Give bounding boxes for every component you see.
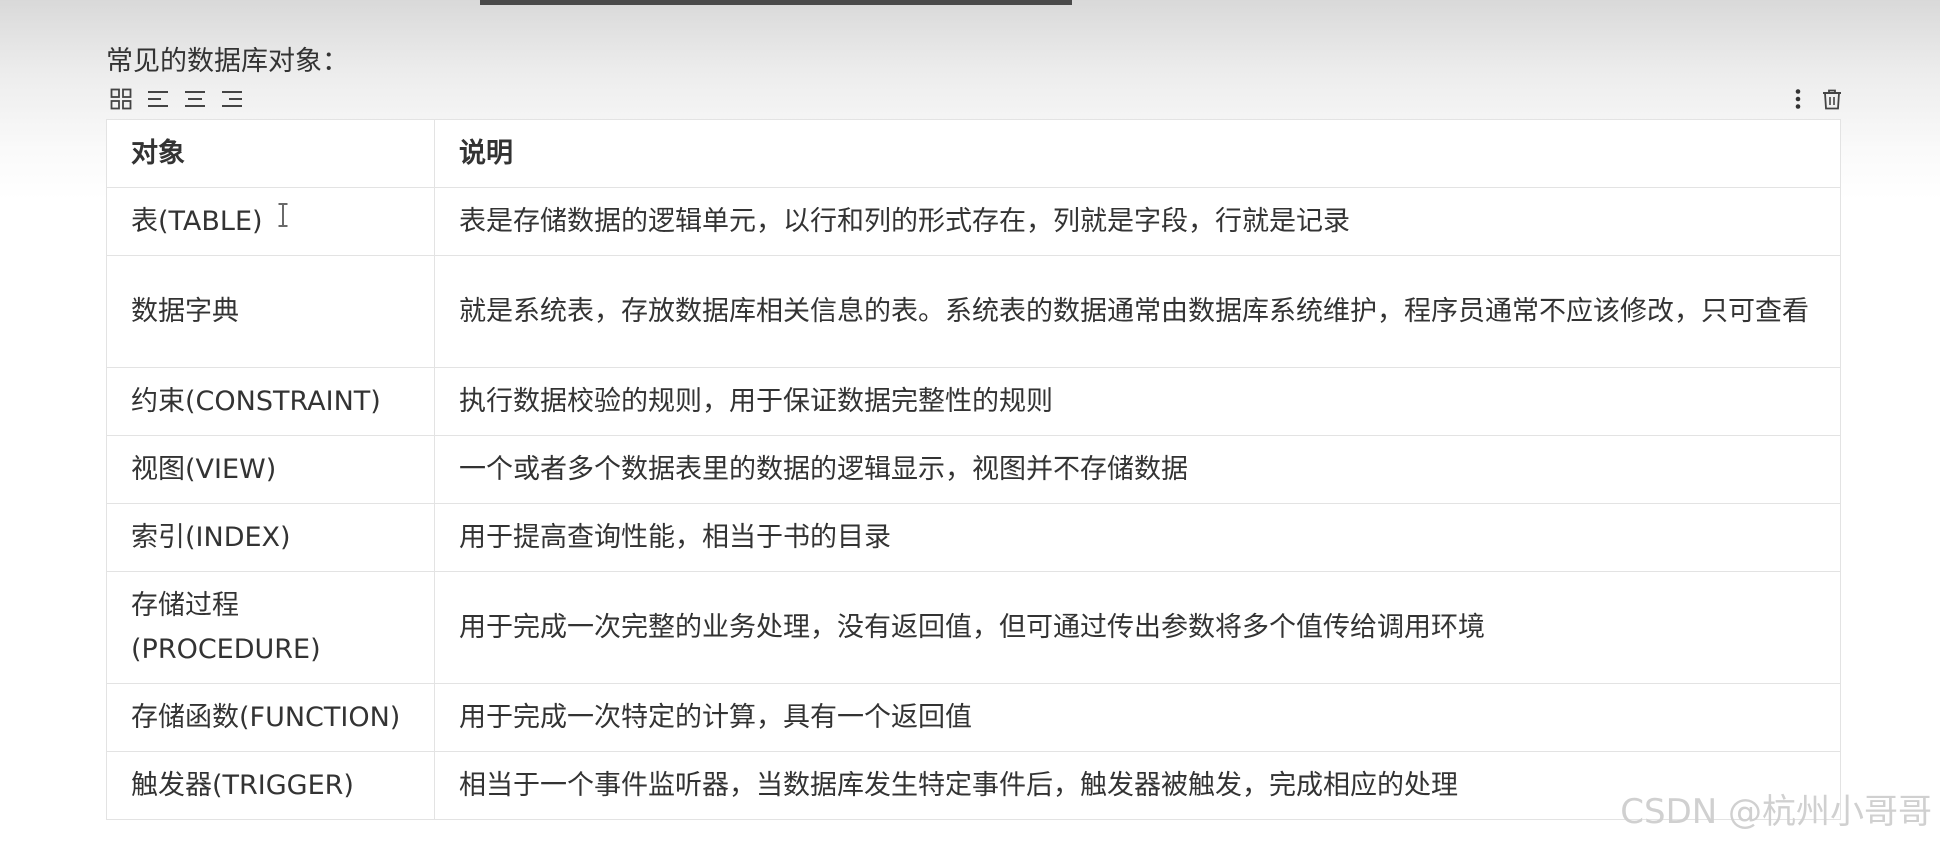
database-objects-table: 对象 说明 表(TABLE) 表是存储数据的逻辑单元，以行和列的形式存在，列就是… bbox=[106, 119, 1841, 820]
table-row: 数据字典 就是系统表，存放数据库相关信息的表。系统表的数据通常由数据库系统维护，… bbox=[106, 255, 1841, 368]
description-cell[interactable]: 用于完成一次特定的计算，具有一个返回值 bbox=[434, 683, 1841, 752]
trash-icon[interactable] bbox=[1819, 86, 1845, 112]
object-text: 表(TABLE) bbox=[131, 205, 263, 237]
description-cell[interactable]: 用于提高查询性能，相当于书的目录 bbox=[434, 503, 1841, 572]
object-cell[interactable]: 存储函数(FUNCTION) bbox=[106, 683, 435, 752]
watermark: CSDN @杭州小哥哥 bbox=[1620, 792, 1932, 832]
description-cell[interactable]: 一个或者多个数据表里的数据的逻辑显示，视图并不存储数据 bbox=[434, 435, 1841, 504]
align-right-icon[interactable] bbox=[219, 86, 245, 112]
table-row: 表(TABLE) 表是存储数据的逻辑单元，以行和列的形式存在，列就是字段，行就是… bbox=[106, 187, 1841, 256]
table-row: 触发器(TRIGGER) 相当于一个事件监听器，当数据库发生特定事件后，触发器被… bbox=[106, 751, 1841, 820]
header-description[interactable]: 说明 bbox=[434, 119, 1841, 188]
object-cell[interactable]: 索引(INDEX) bbox=[106, 503, 435, 572]
table-row: 存储函数(FUNCTION) 用于完成一次特定的计算，具有一个返回值 bbox=[106, 683, 1841, 752]
description-cell[interactable]: 就是系统表，存放数据库相关信息的表。系统表的数据通常由数据库系统维护，程序员通常… bbox=[434, 255, 1841, 368]
object-cell[interactable]: 约束(CONSTRAINT) bbox=[106, 367, 435, 436]
header-object[interactable]: 对象 bbox=[106, 119, 435, 188]
more-vertical-icon[interactable] bbox=[1785, 86, 1811, 112]
object-cell[interactable]: 数据字典 bbox=[106, 255, 435, 368]
description-cell[interactable]: 用于完成一次完整的业务处理，没有返回值，但可通过传出参数将多个值传给调用环境 bbox=[434, 571, 1841, 684]
section-heading: 常见的数据库对象： bbox=[106, 46, 349, 77]
table-grid-icon[interactable] bbox=[108, 86, 134, 112]
table-toolbar bbox=[108, 86, 256, 112]
object-cell[interactable]: 触发器(TRIGGER) bbox=[106, 751, 435, 820]
description-cell[interactable]: 表是存储数据的逻辑单元，以行和列的形式存在，列就是字段，行就是记录 bbox=[434, 187, 1841, 256]
table-row: 约束(CONSTRAINT) 执行数据校验的规则，用于保证数据完整性的规则 bbox=[106, 367, 1841, 436]
align-left-icon[interactable] bbox=[145, 86, 171, 112]
table-row: 视图(VIEW) 一个或者多个数据表里的数据的逻辑显示，视图并不存储数据 bbox=[106, 435, 1841, 504]
object-cell[interactable]: 表(TABLE) bbox=[106, 187, 435, 256]
align-center-icon[interactable] bbox=[182, 86, 208, 112]
top-scroll-bar bbox=[480, 0, 1072, 5]
table-actions bbox=[1777, 86, 1845, 112]
table-row: 存储过程(PROCEDURE) 用于完成一次完整的业务处理，没有返回值，但可通过… bbox=[106, 571, 1841, 684]
description-cell[interactable]: 执行数据校验的规则，用于保证数据完整性的规则 bbox=[434, 367, 1841, 436]
table-header-row: 对象 说明 bbox=[106, 119, 1841, 188]
table-row: 索引(INDEX) 用于提高查询性能，相当于书的目录 bbox=[106, 503, 1841, 572]
object-cell[interactable]: 存储过程(PROCEDURE) bbox=[106, 571, 435, 684]
object-cell[interactable]: 视图(VIEW) bbox=[106, 435, 435, 504]
text-cursor-icon bbox=[277, 198, 289, 242]
